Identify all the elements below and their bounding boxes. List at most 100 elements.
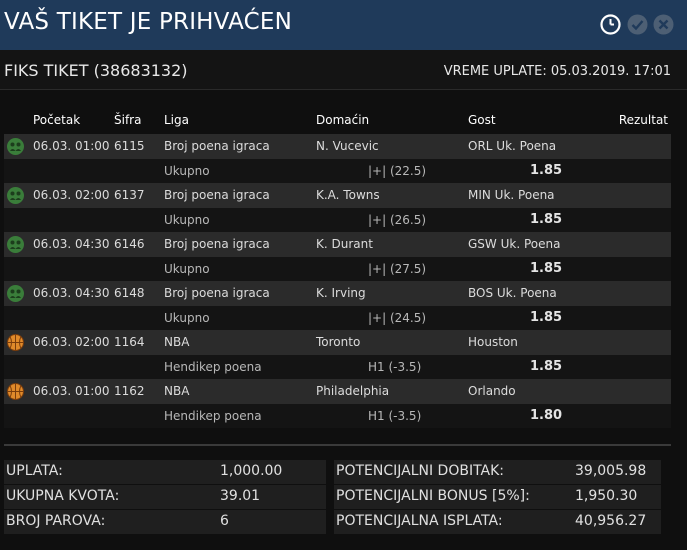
league: Broj poena igraca [164,188,270,202]
league: Broj poena igraca [164,237,270,251]
col-home: Domaćin [316,113,370,127]
summary-right-cell: POTENCIJALNI BONUS [5%]: 1,950.30 [334,485,661,509]
bet-type: Hendikep poena [164,359,262,374]
col-start: Početak [33,113,81,127]
player-points-icon [7,138,24,155]
league: NBA [164,335,190,349]
away-team: Houston [468,335,518,349]
table-row-detail: Ukupno |+| (27.5) 1.85 [4,256,671,281]
potential-win-value: 39,005.98 [575,463,647,479]
league: Broj poena igraca [164,139,270,153]
close-icon[interactable] [653,14,674,35]
start-time: 06.03. 02:00 [33,335,110,349]
clock-icon[interactable] [600,14,621,35]
total-odds-label: UKUPNA KVOTA: [6,488,120,504]
ticket-table: Početak Šifra Liga Domaćin Gost Rezultat… [4,110,671,428]
bonus-label: POTENCIJALNI BONUS [5%]: [336,488,530,504]
bonus-value: 1,950.30 [575,488,638,504]
potential-win-label: POTENCIJALNI DOBITAK: [336,463,505,479]
payment-time: VREME UPLATE: 05.03.2019. 17:01 [443,64,671,79]
match-code: 6137 [114,188,145,202]
pick: |+| (24.5) [368,310,427,325]
check-icon[interactable] [627,14,648,35]
home-team: K. Irving [316,286,366,300]
summary-left-cell: UPLATA: 1,000.00 [4,460,326,484]
title-bar: VAŠ TIKET JE PRIHVAĆEN [0,0,687,50]
table-row-detail: Ukupno |+| (26.5) 1.85 [4,207,671,232]
col-league: Liga [164,113,189,127]
home-team: K.A. Towns [316,188,380,202]
odds: 1.85 [530,309,563,325]
start-time: 06.03. 04:30 [33,286,110,300]
away-team: MIN Uk. Poena [468,188,555,202]
col-away: Gost [468,113,496,127]
odds: 1.85 [530,358,563,374]
bet-type: Ukupno [164,163,210,178]
table-row: 06.03. 04:30 6146 Broj poena igraca K. Dura… [4,232,671,257]
pick: H1 (-3.5) [368,359,422,374]
table-row: 06.03. 02:00 6137 Broj poena igraca K.A. To… [4,183,671,208]
col-code: Šifra [114,113,142,127]
summary-panel: UPLATA: 1,000.00 POTENCIJALNI DOBITAK: 3… [4,460,661,535]
match-code: 6115 [114,139,145,153]
table-row: 06.03. 01:00 6115 Broj poena igraca N. Vuce… [4,134,671,159]
pairs-label: BROJ PAROVA: [6,513,106,529]
pick: |+| (27.5) [368,261,427,276]
summary-row: BROJ PAROVA: 6 POTENCIJALNA ISPLATA: 40,… [4,510,661,535]
payout-label: POTENCIJALNA ISPLATA: [336,513,503,529]
player-points-icon [7,187,24,204]
table-header: Početak Šifra Liga Domaćin Gost Rezultat [4,110,671,134]
bet-type: Ukupno [164,310,210,325]
pick: |+| (22.5) [368,163,427,178]
table-body: 06.03. 01:00 6115 Broj poena igraca N. Vuce… [4,134,671,428]
odds: 1.85 [530,211,563,227]
start-time: 06.03. 02:00 [33,188,110,202]
match-code: 6146 [114,237,145,251]
match-code: 6148 [114,286,145,300]
home-team: Toronto [316,335,361,349]
ticket-label: FIKS TIKET (38683132) [4,61,188,80]
match-code: 1164 [114,335,145,349]
start-time: 06.03. 01:00 [33,139,110,153]
basketball-icon [7,334,24,351]
match-code: 1162 [114,384,145,398]
bet-type: Ukupno [164,261,210,276]
away-team: ORL Uk. Poena [468,139,557,153]
ticket-info-bar: FIKS TIKET (38683132) VREME UPLATE: 05.0… [0,50,687,90]
payout-value: 40,956.27 [575,513,647,529]
away-team: BOS Uk. Poena [468,286,557,300]
basketball-icon [7,383,24,400]
home-team: N. Vucevic [316,139,379,153]
summary-right-cell: POTENCIJALNA ISPLATA: 40,956.27 [334,510,661,534]
summary-left-cell: BROJ PAROVA: 6 [4,510,326,534]
stake-label: UPLATA: [6,463,63,479]
divider [4,444,671,446]
away-team: Orlando [468,384,516,398]
league: NBA [164,384,190,398]
stake-value: 1,000.00 [220,463,283,479]
start-time: 06.03. 04:30 [33,237,110,251]
page-title: VAŠ TIKET JE PRIHVAĆEN [4,9,293,35]
table-row: 06.03. 04:30 6148 Broj poena igraca K. Irvi… [4,281,671,306]
col-result: Rezultat [618,113,668,127]
home-team: Philadelphia [316,384,390,398]
table-row: 06.03. 02:00 1164 NBA Toronto Houston [4,330,671,355]
summary-row: UPLATA: 1,000.00 POTENCIJALNI DOBITAK: 3… [4,460,661,485]
table-row-detail: Ukupno |+| (24.5) 1.85 [4,305,671,330]
odds: 1.85 [530,162,563,178]
away-team: GSW Uk. Poena [468,237,561,251]
odds: 1.85 [530,260,563,276]
table-row-detail: Hendikep poena H1 (-3.5) 1.80 [4,403,671,428]
player-points-icon [7,236,24,253]
summary-left-cell: UKUPNA KVOTA: 39.01 [4,485,326,509]
bet-type: Ukupno [164,212,210,227]
bet-type: Hendikep poena [164,408,262,423]
start-time: 06.03. 01:00 [33,384,110,398]
total-odds-value: 39.01 [220,488,261,504]
table-row-detail: Ukupno |+| (22.5) 1.85 [4,158,671,183]
summary-row: UKUPNA KVOTA: 39.01 POTENCIJALNI BONUS [… [4,485,661,510]
summary-right-cell: POTENCIJALNI DOBITAK: 39,005.98 [334,460,661,484]
pairs-value: 6 [220,513,229,529]
pick: H1 (-3.5) [368,408,422,423]
table-row-detail: Hendikep poena H1 (-3.5) 1.85 [4,354,671,379]
